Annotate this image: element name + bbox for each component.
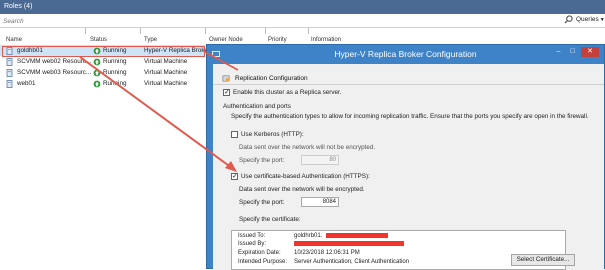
annotation-arrow (79, 51, 239, 172)
